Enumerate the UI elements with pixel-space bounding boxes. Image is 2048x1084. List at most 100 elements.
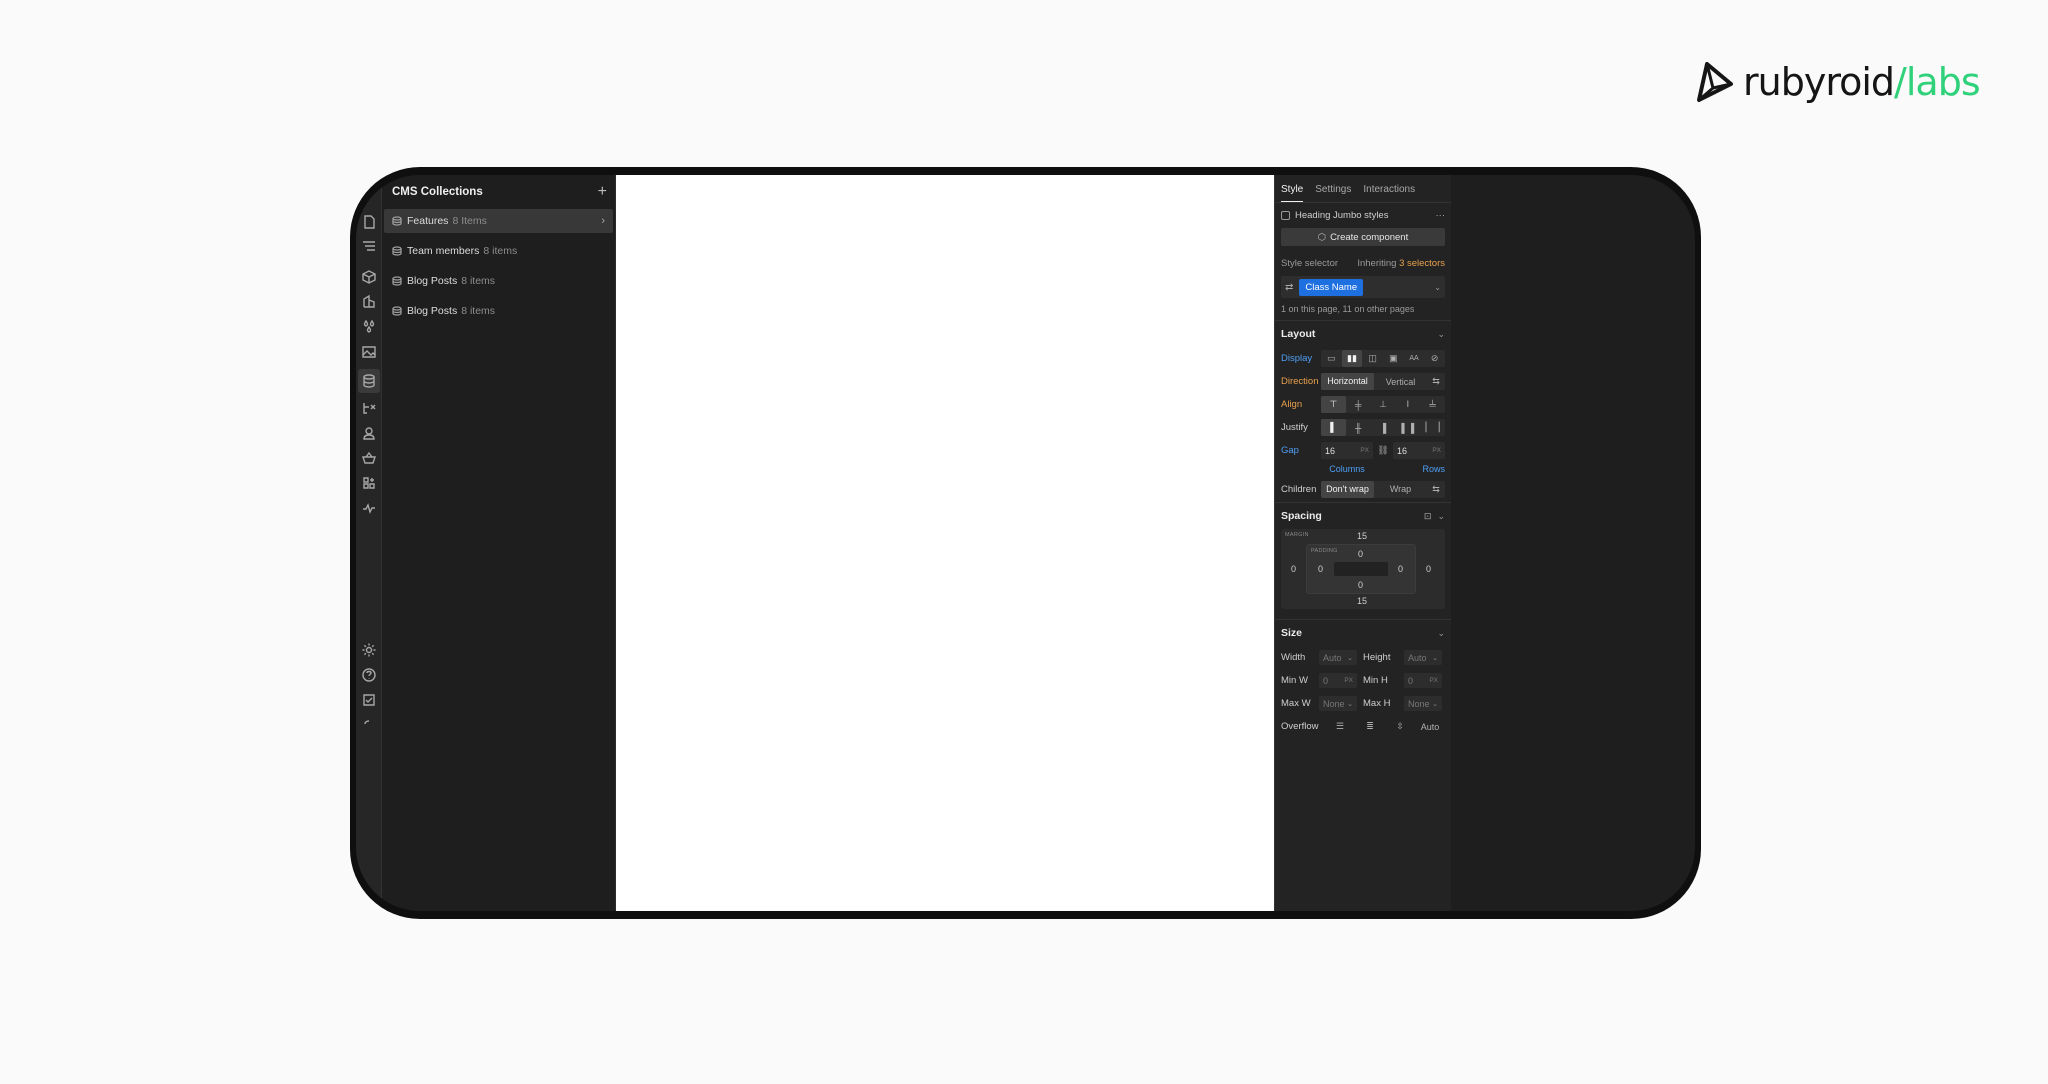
collection-item-team-members[interactable]: Team members 8 items (384, 239, 613, 263)
padding-top-value[interactable]: 0 (1358, 549, 1363, 559)
tab-interactions[interactable]: Interactions (1363, 184, 1415, 202)
class-name-pill[interactable]: Class Name (1299, 278, 1364, 296)
align-baseline-icon[interactable]: ╧ (1420, 400, 1445, 410)
add-collection-button[interactable]: + (598, 184, 607, 200)
margin-right-value[interactable]: 0 (1426, 564, 1431, 574)
inheriting-label: Inheriting 3 selectors (1357, 258, 1445, 269)
apps-icon[interactable] (360, 474, 378, 492)
children-row: Children Don't wrap Wrap ⇆ (1275, 476, 1451, 502)
wrap-reverse-icon[interactable]: ⇆ (1427, 484, 1445, 495)
gap-rows-input[interactable]: 16 PX (1393, 442, 1445, 459)
panel-tabs: Style Settings Interactions (1275, 175, 1451, 203)
display-none-icon[interactable]: ⊘ (1424, 353, 1445, 364)
align-center-icon[interactable]: ╪ (1346, 400, 1371, 410)
collection-item-blog-posts[interactable]: Blog Posts 8 items (384, 269, 613, 293)
video-icon[interactable] (360, 715, 378, 733)
tab-settings[interactable]: Settings (1315, 184, 1351, 202)
margin-top-value[interactable]: 15 (1357, 531, 1367, 541)
variables-icon[interactable] (360, 293, 378, 311)
left-icon-rail (356, 175, 382, 911)
assets-icon[interactable] (360, 343, 378, 361)
inheriting-selectors-link[interactable]: 3 selectors (1399, 258, 1445, 269)
styles-icon[interactable] (360, 318, 378, 336)
collection-name: Team members (407, 245, 480, 257)
ecommerce-basket-icon[interactable] (360, 449, 378, 467)
display-block-icon[interactable]: ▭ (1321, 353, 1342, 364)
rubyroid-logo-icon (1697, 62, 1733, 102)
more-options-button[interactable]: ··· (1436, 210, 1446, 221)
gap-columns-input[interactable]: 16 PX (1321, 442, 1373, 459)
justify-end-icon[interactable]: ▐ (1371, 423, 1396, 433)
tab-style[interactable]: Style (1281, 184, 1304, 202)
rows-label: Rows (1422, 464, 1445, 474)
logic-icon[interactable] (360, 399, 378, 417)
help-icon[interactable] (360, 666, 378, 684)
justify-between-icon[interactable]: ▌▐ (1395, 423, 1420, 433)
overflow-auto[interactable]: Auto (1415, 722, 1445, 732)
direction-vertical[interactable]: Vertical (1374, 377, 1427, 387)
padding-bottom-value[interactable]: 0 (1358, 580, 1363, 590)
children-dont-wrap[interactable]: Don't wrap (1321, 480, 1374, 498)
height-label: Height (1363, 652, 1391, 663)
display-inline-icon[interactable]: AA (1404, 355, 1425, 362)
chevron-down-icon[interactable]: ⌄ (1434, 283, 1441, 292)
add-icon[interactable] (360, 187, 378, 205)
display-flex-icon[interactable]: ▮▮ (1341, 350, 1363, 367)
align-stretch-icon[interactable]: Ⅰ (1395, 399, 1420, 410)
justify-start-icon[interactable]: ▌ (1321, 419, 1346, 436)
cms-panel-header: CMS Collections + (382, 175, 615, 209)
max-width-input[interactable]: None ⌄ (1319, 696, 1357, 711)
width-input[interactable]: Auto ⌄ (1319, 650, 1357, 665)
reverse-icon[interactable]: ⇆ (1427, 376, 1445, 387)
components-icon[interactable] (360, 268, 378, 286)
display-inline-block-icon[interactable]: ▣ (1383, 353, 1404, 364)
spacing-mode-icon[interactable]: ⊡ (1424, 511, 1432, 522)
activity-icon[interactable] (360, 499, 378, 517)
max-height-label: Max H (1363, 698, 1391, 709)
overflow-scroll-icon[interactable]: ⇳ (1385, 721, 1415, 732)
overflow-hidden-icon[interactable]: ≣ (1355, 721, 1385, 732)
min-width-input[interactable]: 0 PX (1319, 673, 1357, 688)
pages-icon[interactable] (360, 213, 378, 231)
padding-left-value[interactable]: 0 (1318, 564, 1323, 574)
padding-right-value[interactable]: 0 (1398, 564, 1403, 574)
design-canvas[interactable] (616, 175, 1274, 911)
selector-note: 1 on this page, 11 on other pages (1281, 304, 1415, 314)
align-start-icon[interactable]: ⊤ (1321, 396, 1346, 413)
style-selector-label: Style selector (1281, 257, 1339, 269)
max-height-input[interactable]: None ⌄ (1404, 696, 1442, 711)
height-input[interactable]: Auto ⌄ (1404, 650, 1442, 665)
create-component-button[interactable]: ⬡ Create component (1281, 228, 1445, 246)
gap-sublabels: Columns Rows (1275, 462, 1451, 476)
margin-tag: MARGIN (1285, 532, 1309, 538)
justify-row: Justify ▌ ╫ ▐ ▌▐ ▏▕ (1275, 416, 1451, 439)
style-selector-input[interactable]: ⇄ Class Name ⌄ (1281, 276, 1445, 298)
app-screen: CMS Collections + Features 8 Items › Tea… (356, 175, 1695, 911)
spacing-section-header[interactable]: Spacing ⊡ ⌄ (1275, 503, 1451, 529)
gap-label: Gap (1281, 445, 1299, 456)
layout-section-header[interactable]: Layout ⌄ (1275, 321, 1451, 347)
cms-database-icon[interactable] (358, 369, 380, 393)
collection-item-features[interactable]: Features 8 Items › (384, 209, 613, 233)
users-icon[interactable] (360, 424, 378, 442)
cms-panel-title: CMS Collections (392, 186, 483, 198)
justify-center-icon[interactable]: ╫ (1346, 423, 1371, 433)
overflow-visible-icon[interactable]: ☰ (1325, 721, 1355, 732)
collection-item-blog-posts-2[interactable]: Blog Posts 8 items (384, 299, 613, 323)
children-wrap[interactable]: Wrap (1374, 484, 1427, 494)
size-section-header[interactable]: Size ⌄ (1275, 620, 1451, 646)
direction-horizontal[interactable]: Horizontal (1321, 373, 1374, 390)
heading-styles-checkbox[interactable] (1281, 211, 1290, 220)
min-height-input[interactable]: 0 PX (1404, 673, 1442, 688)
display-grid-icon[interactable]: ◫ (1362, 353, 1383, 364)
settings-gear-icon[interactable] (360, 641, 378, 659)
margin-left-value[interactable]: 0 (1291, 564, 1296, 574)
align-end-icon[interactable]: ⊥ (1371, 399, 1396, 410)
justify-around-icon[interactable]: ▏▕ (1420, 422, 1445, 433)
navigator-icon[interactable] (360, 237, 378, 255)
audit-checkbox-icon[interactable] (360, 691, 378, 709)
link-lock-icon[interactable]: ⛓ (1373, 445, 1393, 456)
selector-swap-icon[interactable]: ⇄ (1285, 282, 1293, 293)
chevron-down-icon: ⌄ (1437, 627, 1445, 638)
margin-bottom-value[interactable]: 15 (1357, 596, 1367, 606)
